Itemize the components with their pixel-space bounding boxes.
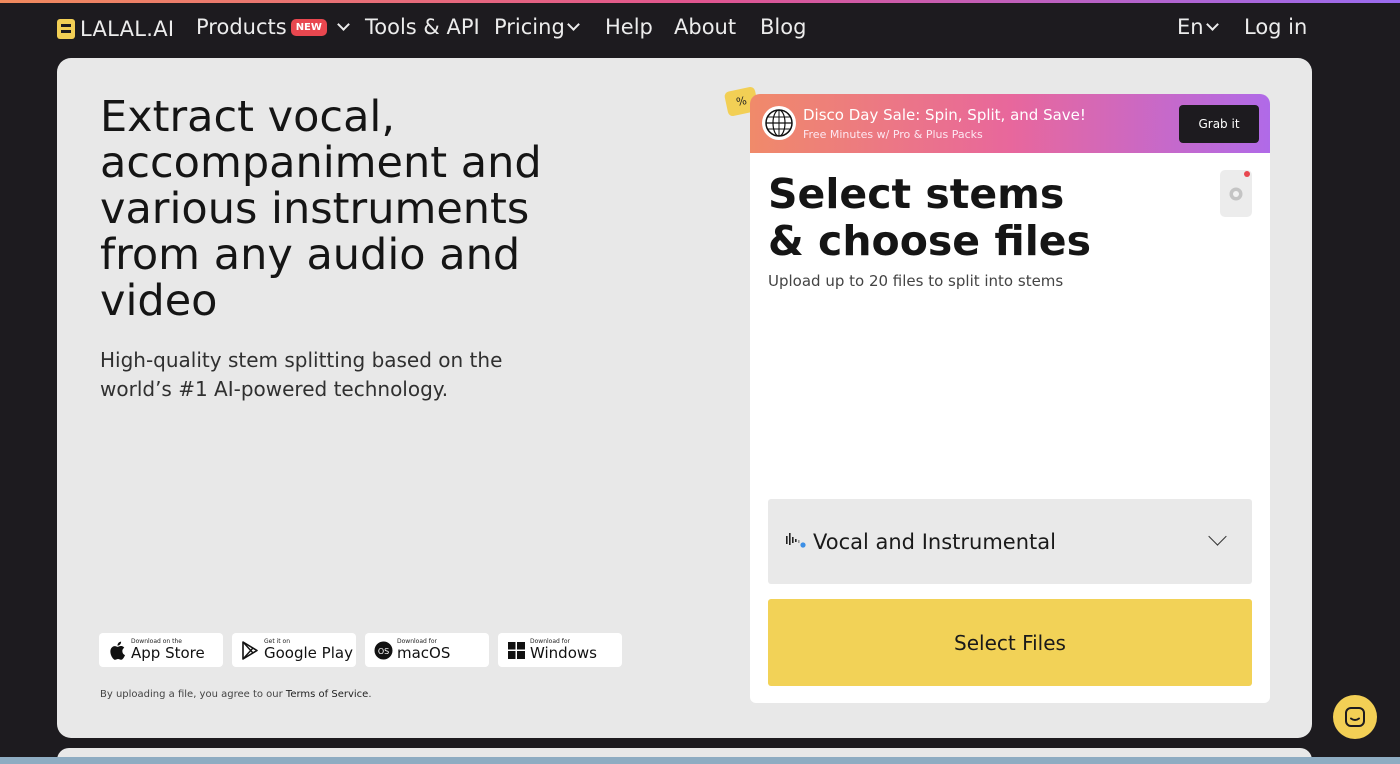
settings-button[interactable]: [1220, 170, 1252, 217]
download-buttons: Download on the App Store Get it on Goog…: [99, 633, 622, 667]
chevron-down-icon: [566, 17, 580, 31]
chevron-down-icon: [1205, 17, 1219, 31]
disco-ball-icon: [762, 106, 796, 140]
notification-dot: [1244, 171, 1250, 177]
logo[interactable]: LALAL.AI: [57, 17, 174, 41]
new-badge: NEW: [290, 18, 327, 36]
google-play-label: Google Play: [264, 644, 353, 662]
select-files-button[interactable]: Select Files: [768, 599, 1252, 686]
upload-panel: Select stems & choose files Upload up to…: [750, 153, 1270, 703]
login-link[interactable]: Log in: [1244, 15, 1307, 39]
main-card: Extract vocal, accompaniment and various…: [57, 58, 1312, 738]
nav-pricing[interactable]: Pricing: [494, 15, 580, 39]
macos-button[interactable]: OS Download for macOS: [365, 633, 489, 667]
nav-tools-api[interactable]: Tools & API: [365, 15, 480, 39]
chevron-down-icon: [1208, 527, 1227, 546]
apple-icon: [107, 640, 127, 660]
nav-pricing-label: Pricing: [494, 15, 565, 39]
logo-text: LALAL.AI: [80, 17, 175, 41]
nav-about[interactable]: About: [674, 15, 736, 39]
nav-blog[interactable]: Blog: [760, 15, 806, 39]
promo-banner: Disco Day Sale: Spin, Split, and Save! F…: [750, 94, 1270, 154]
grab-it-button[interactable]: Grab it: [1179, 105, 1259, 143]
macos-icon: OS: [373, 640, 393, 660]
app-store-button[interactable]: Download on the App Store: [99, 633, 223, 667]
logo-icon: [57, 19, 75, 39]
hero-subtitle: High-quality stem splitting based on the…: [100, 348, 503, 401]
nav-products-label: Products: [196, 15, 287, 39]
app-store-label: App Store: [131, 644, 205, 662]
waveform-icon: [785, 530, 807, 554]
chat-support-button[interactable]: [1333, 695, 1377, 739]
chat-icon: [1345, 707, 1365, 727]
svg-text:OS: OS: [377, 647, 388, 656]
language-label: En: [1177, 15, 1204, 39]
terms-notice: By uploading a file, you agree to our Te…: [100, 689, 372, 700]
chevron-down-icon: [337, 17, 350, 31]
upload-subtitle: Upload up to 20 files to split into stem…: [768, 272, 1064, 290]
google-play-button[interactable]: Get it on Google Play: [232, 633, 356, 667]
terms-suffix: .: [368, 689, 372, 700]
promo-title: Disco Day Sale: Spin, Split, and Save!: [803, 106, 1086, 124]
stem-type-label: Vocal and Instrumental: [813, 529, 1056, 554]
top-navigation: LALAL.AI Products NEW Tools & API Pricin…: [0, 3, 1400, 55]
nav-help[interactable]: Help: [605, 15, 653, 39]
settings-icon: [1229, 187, 1243, 200]
upload-title: Select stems & choose files: [768, 170, 1091, 265]
promo-subtitle: Free Minutes w/ Pro & Plus Packs: [803, 128, 983, 141]
stem-type-dropdown[interactable]: Vocal and Instrumental: [768, 499, 1252, 584]
windows-label: Windows: [530, 644, 597, 662]
nav-products[interactable]: Products NEW: [196, 15, 350, 39]
windows-button[interactable]: Download for Windows: [498, 633, 622, 667]
hero-title: Extract vocal, accompaniment and various…: [100, 92, 542, 326]
language-selector[interactable]: En: [1177, 15, 1219, 39]
windows-icon: [506, 640, 526, 660]
terms-prefix: By uploading a file, you agree to our: [100, 689, 286, 700]
google-play-icon: [240, 640, 260, 660]
macos-label: macOS: [397, 644, 451, 662]
terms-of-service-link[interactable]: Terms of Service: [286, 689, 368, 700]
window-bottom-edge: [0, 757, 1400, 764]
